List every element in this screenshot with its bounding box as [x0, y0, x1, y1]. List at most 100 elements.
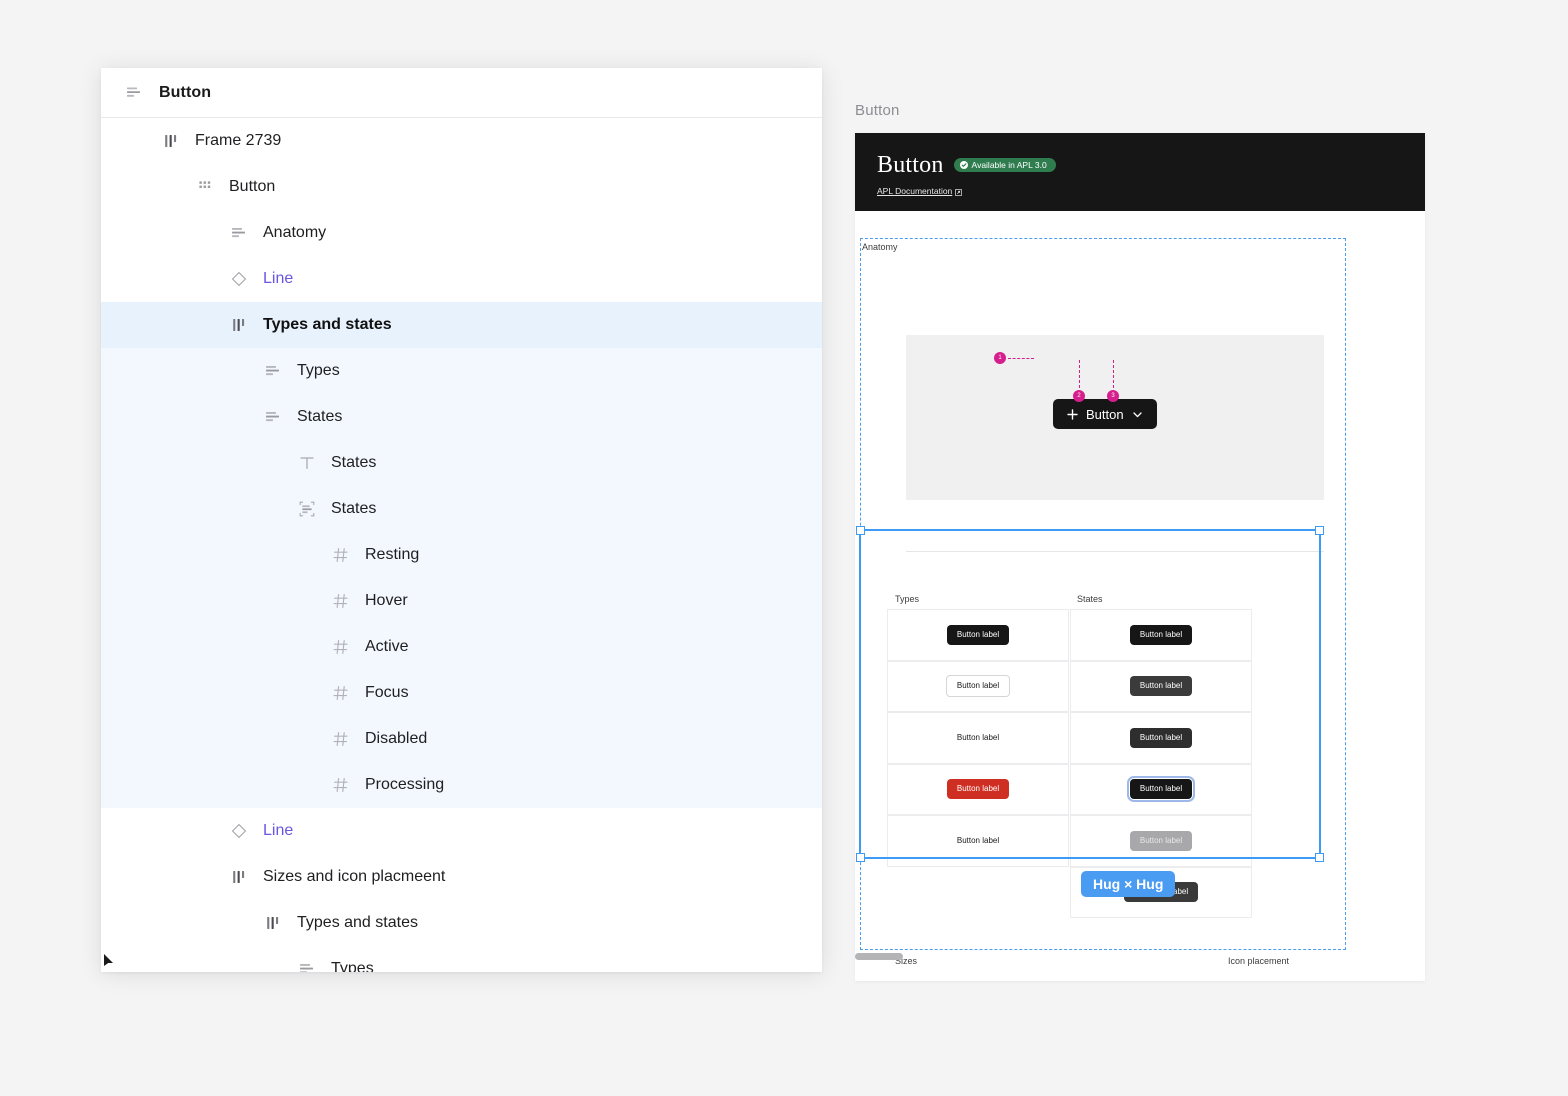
layer-row-label: Types: [297, 362, 340, 379]
types-column-label: Types: [895, 594, 920, 604]
layer-row-label: Types and states: [297, 914, 418, 931]
demo-button-label: Button label: [1139, 629, 1183, 639]
layers-panel: Button Frame 2739 Button Anatomy Line Ty…: [101, 68, 822, 972]
layer-row-states[interactable]: States: [101, 440, 822, 486]
demo-button-text[interactable]: Button label: [947, 831, 1009, 851]
demo-button-text[interactable]: Button label: [947, 728, 1009, 748]
button-preview-cell: Button label: [887, 815, 1069, 867]
demo-button-label: Button label: [956, 732, 1000, 742]
check-circle-icon: [959, 161, 968, 169]
size-badge: Hug × Hug: [1081, 871, 1176, 897]
annotation-marker-3: 3: [1107, 390, 1119, 402]
text-frame-icon: [125, 84, 143, 102]
component-set-icon: [229, 315, 249, 335]
layer-row-line[interactable]: Line: [101, 256, 822, 302]
layer-row-line[interactable]: Line: [101, 808, 822, 854]
layer-row-states[interactable]: States: [101, 486, 822, 532]
layer-row-hover[interactable]: Hover: [101, 578, 822, 624]
demo-button-disabled[interactable]: Button label: [1129, 830, 1193, 851]
diamond-icon: [229, 269, 249, 289]
layer-row-label: Button: [229, 178, 276, 195]
layer-row-sizes-and-icon-placmeent[interactable]: Sizes and icon placmeent: [101, 854, 822, 900]
figma-screen: Button Frame 2739 Button Anatomy Line Ty…: [0, 0, 1568, 1096]
component-set-icon: [229, 867, 249, 887]
chevron-down-icon: [1131, 408, 1144, 421]
layer-row-types-and-states[interactable]: Types and states: [101, 302, 822, 348]
documentation-frame[interactable]: Button Available in APL 3.0 APL Document…: [855, 133, 1425, 981]
anatomy-button-sample[interactable]: Button: [1053, 399, 1157, 429]
demo-button-label: Button label: [956, 835, 1000, 845]
demo-button-resting[interactable]: Button label: [1129, 624, 1193, 645]
layer-row-label: Frame 2739: [195, 132, 282, 149]
demo-button-focus[interactable]: Button label: [1126, 775, 1196, 803]
layer-row-button[interactable]: Button: [101, 164, 822, 210]
text-frame-icon: [263, 361, 283, 381]
layer-row-resting[interactable]: Resting: [101, 532, 822, 578]
layer-row-label: Line: [263, 270, 294, 287]
layer-row-label: States: [297, 408, 343, 425]
layer-row-label: Hover: [365, 592, 408, 609]
hash-icon: [331, 775, 351, 795]
layer-row-label: States: [331, 454, 377, 471]
layer-row-anatomy[interactable]: Anatomy: [101, 210, 822, 256]
hash-icon: [331, 729, 351, 749]
layer-row-processing[interactable]: Processing: [101, 762, 822, 808]
plus-icon: [1066, 408, 1079, 421]
layer-row-disabled[interactable]: Disabled: [101, 716, 822, 762]
layer-row-types-and-states[interactable]: Types and states: [101, 900, 822, 946]
hero-title-row: Button Available in APL 3.0: [877, 153, 1403, 177]
page-title: Button: [159, 83, 212, 101]
demo-button-label: Button label: [956, 681, 1000, 691]
layer-row-states[interactable]: States: [101, 394, 822, 440]
button-preview-cell: Button label: [887, 660, 1069, 712]
text-icon: [297, 453, 317, 473]
layer-row-types[interactable]: Types: [101, 348, 822, 394]
demo-button-primary[interactable]: Button label: [946, 624, 1010, 645]
hash-icon: [331, 637, 351, 657]
button-preview-cell: Button label: [887, 763, 1069, 815]
text-frame-icon: [229, 223, 249, 243]
layer-row-label: Types and states: [263, 316, 392, 333]
anatomy-section-label: Anatomy: [862, 242, 898, 252]
demo-button-danger[interactable]: Button label: [946, 779, 1010, 800]
hash-icon: [331, 591, 351, 611]
horizontal-scrollbar[interactable]: [855, 953, 903, 960]
layer-row-label: Anatomy: [263, 224, 327, 241]
canvas-page-label: Button: [855, 102, 900, 119]
layer-row-label: Focus: [365, 684, 409, 701]
external-link-icon: [955, 188, 963, 196]
hero-title: Button: [877, 152, 944, 178]
demo-button-label: Button label: [1139, 732, 1183, 742]
section-divider: [906, 551, 1324, 552]
demo-button-label: Button label: [1139, 835, 1183, 845]
button-preview-cell: Button label: [1070, 815, 1252, 867]
status-badge: Available in APL 3.0: [953, 157, 1056, 173]
demo-button-label: Button label: [956, 784, 1000, 794]
text-frame-icon: [297, 959, 317, 972]
demo-button-label: Button label: [956, 629, 1000, 639]
layer-row-frame-2739[interactable]: Frame 2739: [101, 118, 822, 164]
hash-icon: [331, 545, 351, 565]
layer-row-focus[interactable]: Focus: [101, 670, 822, 716]
layer-row-label: Disabled: [365, 730, 428, 747]
layer-row-active[interactable]: Active: [101, 624, 822, 670]
text-frame-icon: [263, 407, 283, 427]
demo-button-hover[interactable]: Button label: [1129, 676, 1193, 697]
demo-button-label: Button label: [1139, 784, 1183, 794]
layers-panel-header: Button: [101, 68, 822, 118]
layer-row-label: Line: [263, 822, 294, 839]
demo-button-label: Button label: [1139, 681, 1183, 691]
button-preview-cell: Button label: [1070, 609, 1252, 661]
layer-row-label: Processing: [365, 776, 445, 793]
states-column-label: States: [1077, 594, 1103, 604]
layer-tree: Frame 2739 Button Anatomy Line Types and …: [101, 118, 822, 972]
demo-button-outline[interactable]: Button label: [945, 675, 1011, 698]
diamond-icon: [229, 821, 249, 841]
apl-documentation-link[interactable]: APL Documentation: [877, 186, 963, 196]
auto-layout-icon: [297, 499, 317, 519]
layer-row-types[interactable]: Types: [101, 946, 822, 972]
layer-row-label: States: [331, 500, 377, 517]
demo-button-active[interactable]: Button label: [1129, 727, 1193, 748]
annotation-leader-line: [1113, 360, 1114, 388]
apl-documentation-link-label: APL Documentation: [877, 186, 953, 196]
